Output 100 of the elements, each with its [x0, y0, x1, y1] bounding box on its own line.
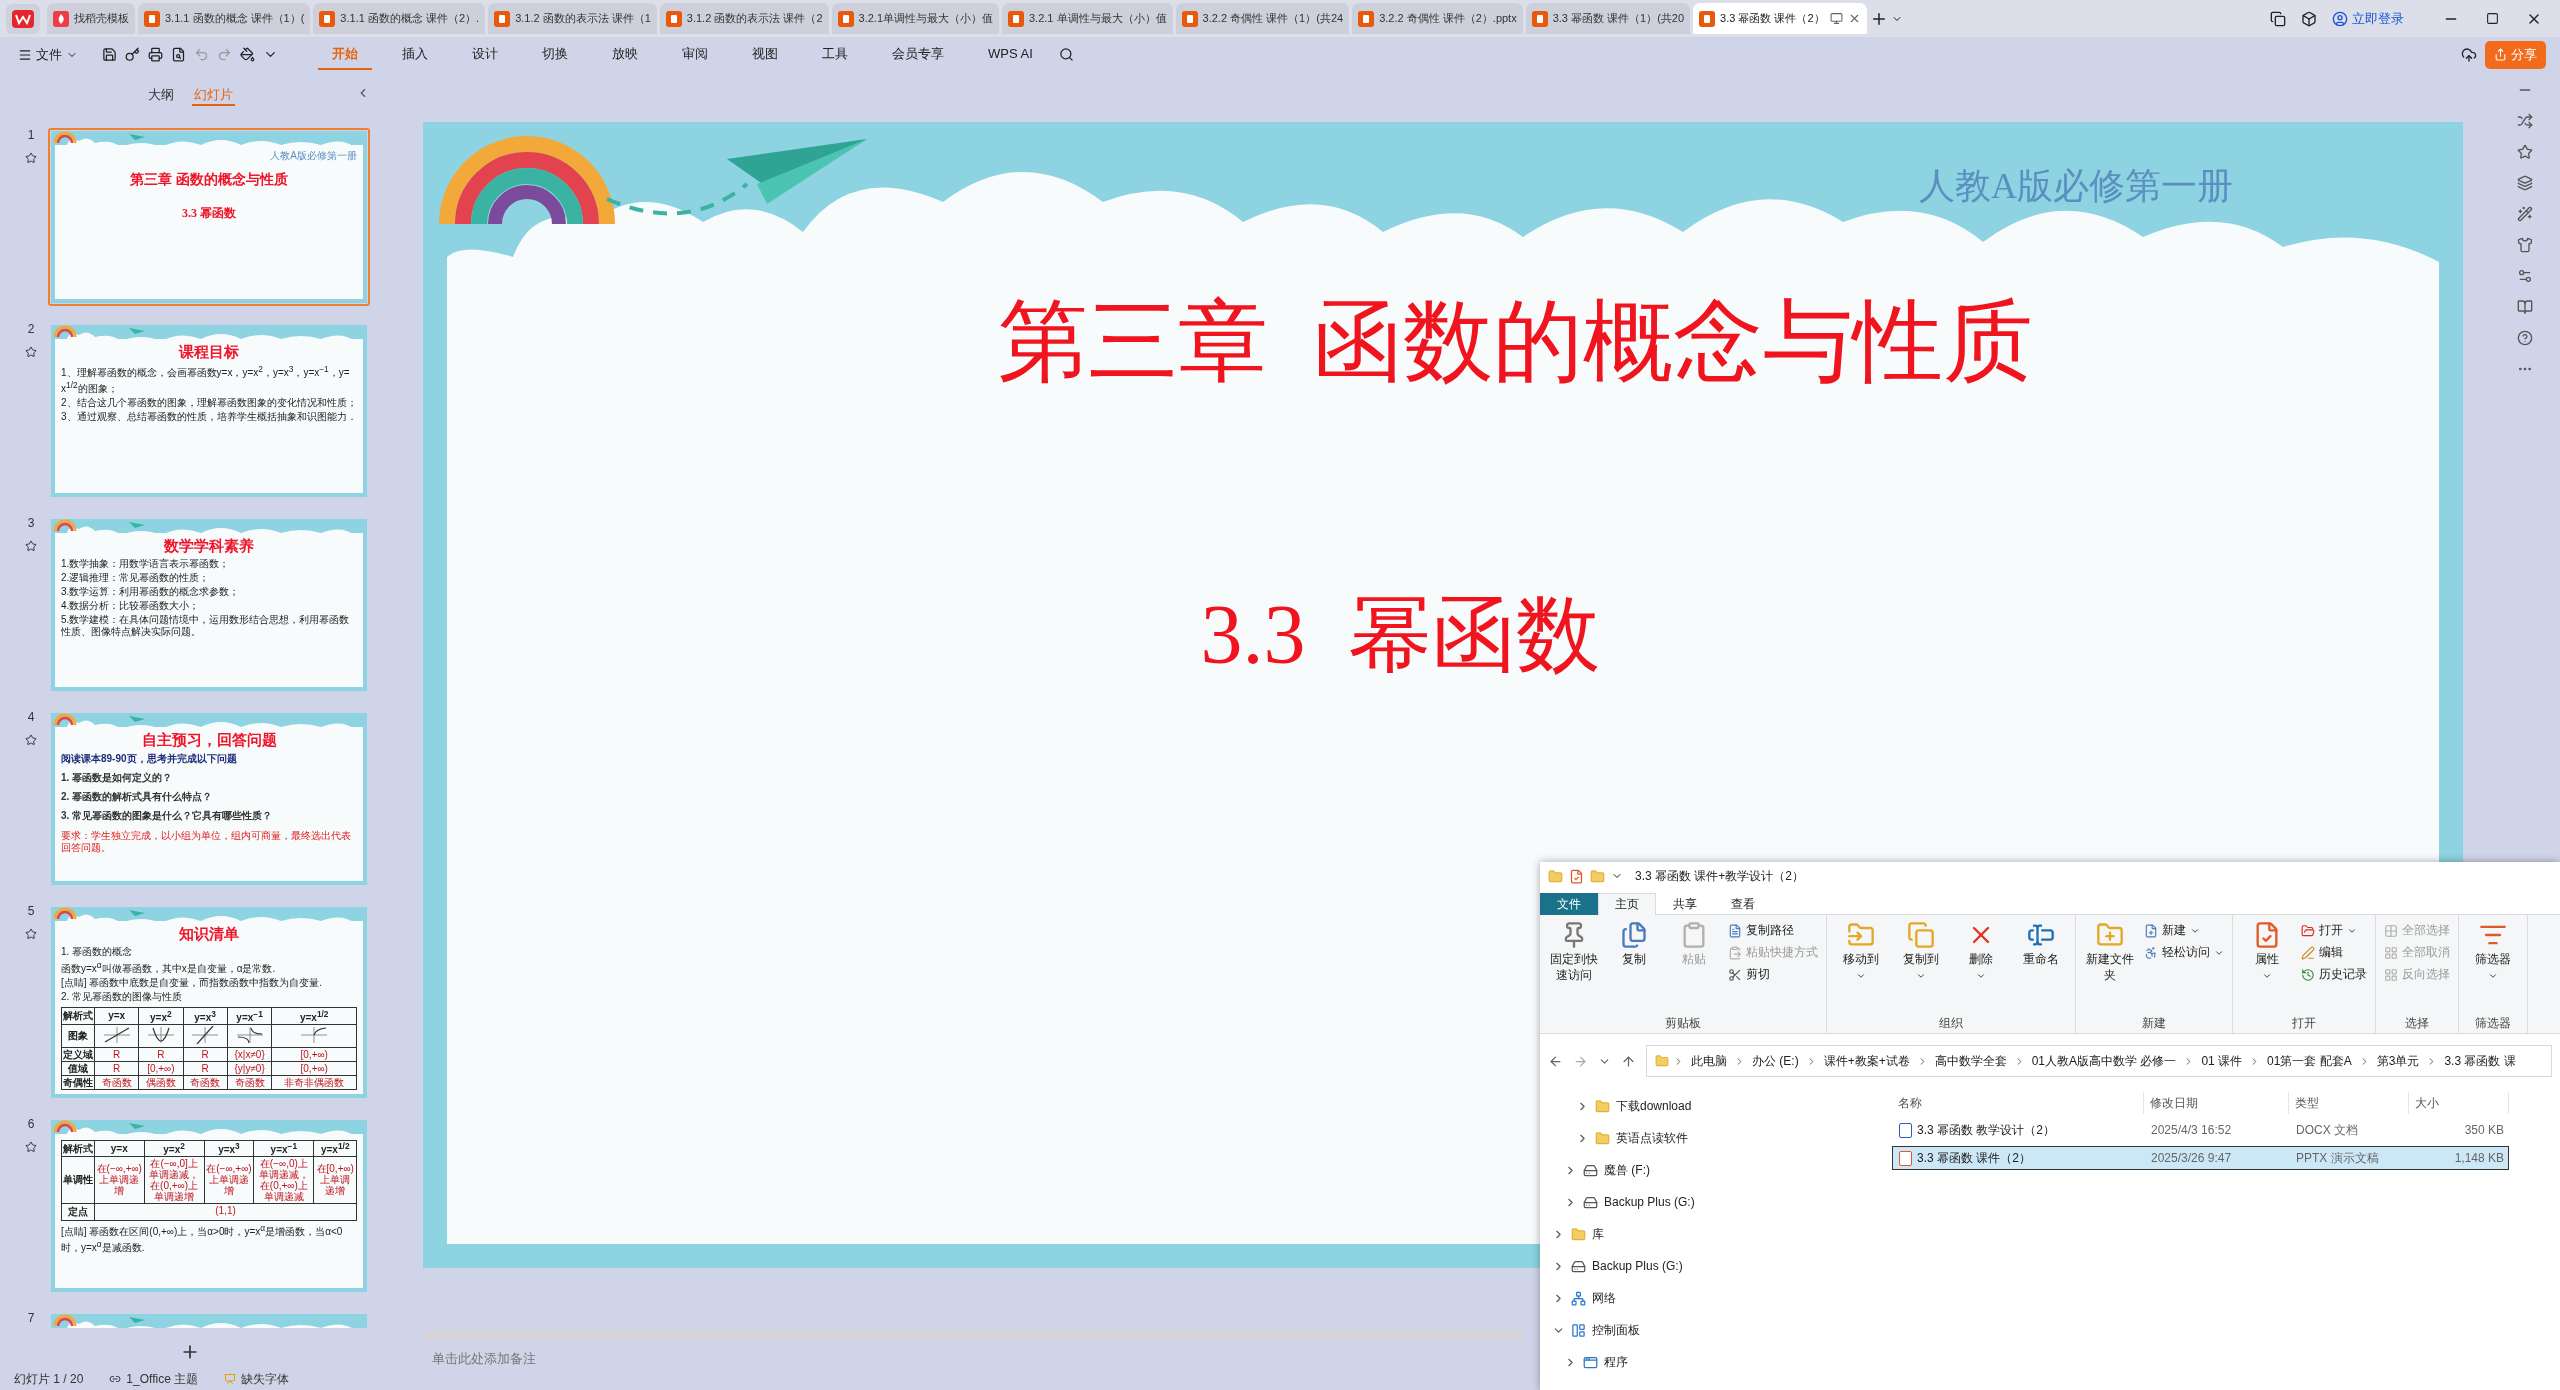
slide-thumbnail[interactable] — [48, 904, 370, 1101]
slide-thumbnail[interactable]: 数学学科素养 1.数学抽象：用数学语言表示幂函数； 2.逻辑推理：常见幂函数的性质； 3.数学运算：利用幂函数的概念求参数； 4.数据分析：比较幂函数大小； 5.数学建模：在具体问题情境中，运用数形结合思想，利用幂函数性质、图像特点解决实际问题。 — [48, 516, 370, 694]
save-icon[interactable] — [102, 47, 117, 62]
ribbon-tab[interactable]: 主页 — [1598, 893, 1656, 915]
search-icon[interactable] — [1058, 47, 1074, 62]
ribbon-tab[interactable]: 文件 — [1540, 893, 1598, 915]
file-row[interactable]: 3.3 幂函数 教学设计（2） 2025/4/3 16:52 DOCX 文档 350 KB — [1892, 1118, 2509, 1142]
view-tab[interactable]: 大纲 — [145, 86, 176, 106]
document-check-icon[interactable] — [1569, 868, 1584, 884]
document-tab[interactable]: 3.1.1 函数的概念 课件（1）( — [138, 3, 311, 34]
ribbon-tab[interactable]: 设计 — [458, 39, 512, 70]
breadcrumb-item[interactable]: 高中数学全套 — [1931, 1052, 2010, 1070]
breadcrumb-item[interactable]: 01第一套 配套A — [2264, 1052, 2355, 1070]
shirt-icon[interactable] — [2517, 237, 2533, 253]
ribbon-tab[interactable]: 查看 — [1714, 893, 1772, 915]
document-tab[interactable]: 3.2.1单调性与最大（小）值 — [831, 3, 999, 34]
ribbon-button[interactable]: 轻松访问 — [2142, 943, 2226, 962]
ribbon-button[interactable]: 复制 — [1606, 919, 1662, 970]
help-icon[interactable] — [2517, 330, 2533, 346]
ribbon-tab[interactable]: 审阅 — [668, 39, 722, 70]
star-icon[interactable] — [25, 928, 37, 940]
ribbon-button[interactable]: 剪切 — [1726, 965, 1820, 984]
slide-thumbnail[interactable]: 人教A版必修第一册 第三章 函数的概念与性质 3.3 幂函数 — [48, 128, 370, 306]
ribbon-button[interactable]: 打开 — [2299, 921, 2369, 940]
up-icon[interactable] — [1621, 1053, 1636, 1069]
document-tab[interactable]: 3.3 幂函数 课件（2） — [1693, 3, 1867, 34]
ribbon-button[interactable]: 删除 — [1953, 919, 2009, 983]
document-tab[interactable]: 3.1.2 函数的表示法 课件（1 — [488, 3, 657, 34]
ribbon-button[interactable]: 属性 — [2239, 919, 2295, 983]
ribbon-tab[interactable]: 工具 — [808, 39, 862, 70]
paint-bucket-icon[interactable] — [240, 47, 255, 62]
ribbon-button[interactable]: 新建 — [2142, 921, 2226, 940]
star-icon[interactable] — [25, 1140, 37, 1153]
ribbon-tab[interactable]: 视图 — [738, 39, 792, 70]
ribbon-button[interactable]: 筛选器 — [2465, 919, 2521, 983]
breadcrumb-item[interactable]: 3.3 幂函数 课 — [2441, 1052, 2519, 1070]
nav-tree-item[interactable]: Backup Plus (G:) — [1540, 1250, 1880, 1282]
breadcrumb-item[interactable]: 01 课件 — [2198, 1052, 2246, 1070]
ribbon-tab[interactable]: 会员专享 — [878, 39, 958, 70]
ribbon-tab[interactable]: 共享 — [1656, 893, 1714, 915]
nav-tree-item[interactable]: 英语点读软件 — [1540, 1122, 1880, 1154]
document-tab[interactable]: 3.1.1 函数的概念 课件（2）. — [313, 3, 486, 34]
nav-tree-item[interactable]: Backup Plus (G:) — [1540, 1186, 1880, 1218]
ribbon-button[interactable]: 复制路径 — [1726, 921, 1820, 940]
cube-icon[interactable] — [2301, 10, 2317, 27]
breadcrumb-item[interactable]: 第3单元 — [2373, 1052, 2423, 1070]
breadcrumb-item[interactable]: 办公 (E:) — [1749, 1052, 1802, 1070]
star-icon[interactable] — [25, 346, 37, 358]
file-search-icon[interactable] — [171, 47, 186, 62]
ribbon-tab[interactable]: 切换 — [528, 39, 582, 70]
nav-tree-item[interactable]: 程序 — [1540, 1346, 1880, 1378]
maximize-icon[interactable] — [2486, 12, 2499, 25]
ribbon-button[interactable]: 历史记录 — [2299, 965, 2369, 984]
monitor-icon[interactable] — [1829, 12, 1843, 25]
copy-icon[interactable] — [2270, 10, 2286, 27]
layers-icon[interactable] — [2517, 175, 2533, 191]
ribbon-button[interactable]: 重命名 — [2013, 919, 2069, 970]
document-tab[interactable]: 3.2.1 单调性与最大（小）值 — [1002, 3, 1173, 34]
key-icon[interactable] — [125, 47, 140, 62]
column-header[interactable]: 修改日期 — [2144, 1092, 2289, 1114]
column-header[interactable]: 大小 — [2409, 1092, 2509, 1114]
ribbon-button[interactable]: 复制到 — [1893, 919, 1949, 983]
ribbon-button[interactable]: 编辑 — [2299, 943, 2369, 962]
back-icon[interactable] — [1548, 1053, 1563, 1069]
ribbon-tab[interactable]: 插入 — [388, 39, 442, 70]
star-icon[interactable] — [2517, 144, 2533, 160]
document-tab[interactable]: 3.1.2 函数的表示法 课件（2 — [659, 3, 829, 34]
breadcrumb-item[interactable]: 01人教A版高中数学 必修一 — [2028, 1052, 2180, 1070]
document-tab[interactable]: 3.3 幂函数 课件（1）(共20 — [1525, 3, 1691, 34]
slide-thumbnail[interactable]: 课程目标 1、理解幂函数的概念，会画幂函数y=x，y=x$^{2}$，y=x$^{3}$，y=x$^{−1}$，y= x$^{1/2}$的图象； 2、结合这几个幂函数的图象，理解幂函数图象的变化情况和性质； 3、通过观察、总结幂函数的性质，培养学生概括抽象和识图能力． — [48, 322, 370, 500]
breadcrumb-item[interactable]: 此电脑 — [1688, 1052, 1730, 1070]
file-row[interactable]: 3.3 幂函数 课件（2） 2025/3/26 9:47 PPTX 演示文稿 1,148 KB — [1892, 1146, 2509, 1170]
cloud-upload-icon[interactable] — [2461, 46, 2477, 63]
wand-icon[interactable] — [2517, 206, 2533, 222]
shuffle-icon[interactable] — [2517, 113, 2533, 129]
ribbon-tab[interactable]: 放映 — [598, 39, 652, 70]
ribbon-button[interactable]: 新建文件夹 — [2082, 919, 2138, 986]
ribbon-button[interactable]: 移动到 — [1833, 919, 1889, 983]
missing-fonts-button[interactable]: 缺失字体 — [224, 1370, 290, 1388]
app-logo-icon[interactable] — [12, 9, 34, 28]
file-menu[interactable]: 文件 — [14, 42, 82, 67]
document-tab[interactable]: 3.2.2 奇偶性 课件（1）(共24 — [1175, 3, 1350, 34]
column-header[interactable]: 类型 — [2289, 1092, 2409, 1114]
star-icon[interactable] — [25, 152, 37, 164]
nav-tree-item[interactable]: 魔兽 (F:) — [1540, 1154, 1880, 1186]
sliders-icon[interactable] — [2517, 268, 2533, 284]
ribbon-tab[interactable]: WPS AI — [974, 41, 1047, 68]
ribbon-button[interactable]: 固定到快速访问 — [1546, 919, 1602, 986]
book-icon[interactable] — [2517, 299, 2533, 315]
star-icon[interactable] — [25, 540, 37, 552]
star-icon[interactable] — [25, 734, 37, 746]
theme-button[interactable]: 1_Office 主题 — [109, 1370, 199, 1388]
document-tab[interactable]: 3.2.2 奇偶性 课件（2）.pptx — [1352, 3, 1523, 34]
nav-tree-item[interactable]: 控制面板 — [1540, 1314, 1880, 1346]
column-header[interactable]: 名称 — [1892, 1092, 2144, 1114]
nav-tree-item[interactable]: 网络 — [1540, 1282, 1880, 1314]
printer-icon[interactable] — [148, 47, 163, 62]
document-tab[interactable]: 找稻壳模板 — [47, 3, 135, 34]
login-button[interactable]: 立即登录 — [2326, 5, 2410, 32]
nav-tree-item[interactable]: 库 — [1540, 1218, 1880, 1250]
